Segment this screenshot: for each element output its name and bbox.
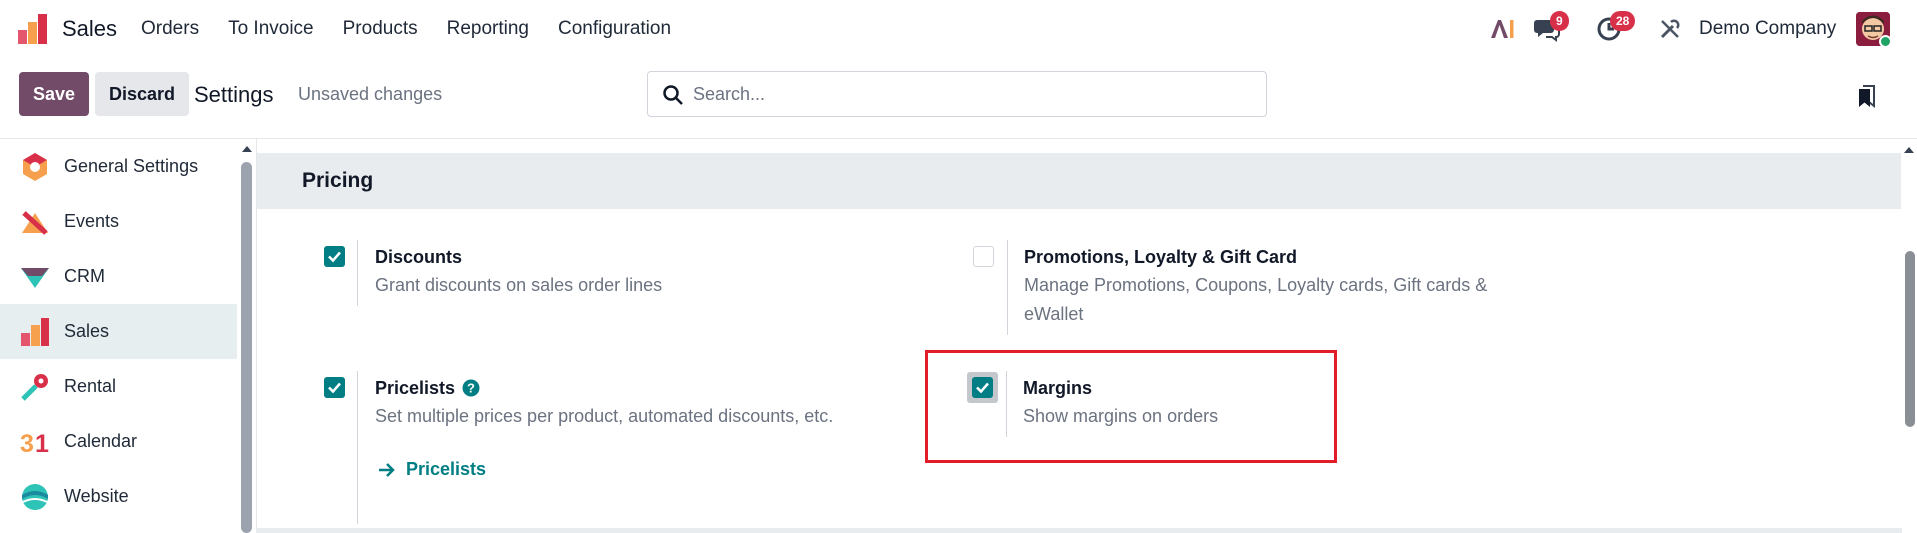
events-icon bbox=[22, 210, 48, 235]
crm-icon bbox=[21, 267, 49, 288]
menu-products[interactable]: Products bbox=[343, 18, 418, 40]
main-scrollbar[interactable] bbox=[1905, 251, 1915, 427]
page-title: Settings bbox=[194, 82, 274, 107]
sidebar-item-crm[interactable]: CRM bbox=[0, 249, 237, 304]
sidebar-item-label: Sales bbox=[64, 321, 110, 341]
discounts-description: Grant discounts on sales order lines bbox=[375, 275, 663, 295]
search-icon bbox=[663, 85, 683, 105]
top-navbar: Sales Orders To Invoice Products Reporti… bbox=[0, 0, 1917, 58]
setting-divider bbox=[357, 240, 358, 306]
svg-text:1: 1 bbox=[35, 430, 49, 457]
sidebar-item-label: Events bbox=[64, 211, 120, 231]
sidebar-item-website[interactable]: Website bbox=[0, 469, 237, 524]
pricelists-description: Set multiple prices per product, automat… bbox=[375, 406, 834, 426]
sidebar-item-sales[interactable]: Sales bbox=[0, 304, 237, 359]
promotions-description-line1: Manage Promotions, Coupons, Loyalty card… bbox=[1024, 275, 1488, 295]
setting-divider bbox=[357, 371, 358, 524]
sales-app-icon[interactable] bbox=[18, 14, 48, 44]
discounts-title: Discounts bbox=[375, 247, 463, 267]
website-icon bbox=[22, 483, 48, 510]
margins-checkbox[interactable] bbox=[972, 377, 993, 398]
search-input[interactable] bbox=[693, 80, 1253, 108]
svg-text:?: ? bbox=[467, 381, 475, 396]
checkmark-icon bbox=[328, 382, 341, 394]
sidebar-item-label: Calendar bbox=[64, 431, 138, 451]
general-settings-icon bbox=[23, 152, 47, 181]
pricelists-title: Pricelists bbox=[375, 378, 456, 398]
checkmark-icon bbox=[328, 251, 341, 263]
sidebar-item-general-settings[interactable]: General Settings bbox=[0, 139, 237, 194]
help-icon[interactable]: ? bbox=[462, 379, 480, 397]
company-switcher[interactable]: Demo Company bbox=[1699, 18, 1836, 40]
checkmark-icon bbox=[976, 382, 989, 394]
promotions-title: Promotions, Loyalty & Gift Card bbox=[1024, 247, 1298, 267]
sidebar-item-calendar[interactable]: 3 1 Calendar bbox=[0, 414, 237, 469]
next-section-edge bbox=[256, 528, 1902, 533]
arrow-right-icon bbox=[379, 463, 395, 477]
main-menu: Orders To Invoice Products Reporting Con… bbox=[141, 18, 700, 40]
pricelists-checkbox[interactable] bbox=[324, 377, 345, 398]
setting-divider bbox=[1007, 240, 1008, 335]
activities-badge: 28 bbox=[1610, 11, 1636, 31]
sales-icon bbox=[21, 317, 49, 346]
section-title: Pricing bbox=[302, 169, 374, 192]
sidebar-item-label: Website bbox=[64, 486, 129, 506]
svg-text:3: 3 bbox=[20, 430, 34, 457]
messages-badge: 9 bbox=[1550, 11, 1569, 31]
discard-button[interactable]: Discard bbox=[95, 72, 189, 116]
menu-reporting[interactable]: Reporting bbox=[447, 18, 529, 40]
settings-content: Pricing Discounts Grant discounts on sal… bbox=[256, 139, 1902, 533]
debug-tools-icon[interactable] bbox=[1659, 18, 1681, 40]
section-header: Pricing bbox=[257, 153, 1901, 209]
margins-description: Show margins on orders bbox=[1023, 406, 1219, 426]
promotions-checkbox[interactable] bbox=[973, 246, 994, 267]
unsaved-status: Unsaved changes bbox=[298, 84, 443, 104]
sidebar-item-label: Rental bbox=[64, 376, 117, 396]
discounts-checkbox[interactable] bbox=[324, 246, 345, 267]
search-bar[interactable] bbox=[647, 71, 1267, 117]
sidebar-scroll-up-icon[interactable] bbox=[241, 143, 253, 155]
sidebar-item-rental[interactable]: Rental bbox=[0, 359, 237, 414]
menu-to-invoice[interactable]: To Invoice bbox=[228, 18, 314, 40]
sidebar-scrollbar[interactable] bbox=[241, 162, 252, 533]
main-scroll-up-icon[interactable] bbox=[1903, 144, 1915, 156]
sidebar-item-label: CRM bbox=[64, 266, 105, 286]
bookmark-icon[interactable] bbox=[1857, 84, 1877, 108]
setting-divider bbox=[1006, 371, 1007, 437]
settings-sidebar: General Settings Events CRM Sales Rental bbox=[0, 139, 240, 533]
calendar-icon: 3 1 bbox=[20, 430, 49, 457]
sidebar-item-events[interactable]: Events bbox=[0, 194, 237, 249]
promotions-description-line2: eWallet bbox=[1024, 304, 1084, 324]
online-status-dot bbox=[1879, 35, 1892, 48]
margins-title: Margins bbox=[1023, 378, 1093, 398]
rental-icon bbox=[21, 373, 48, 401]
menu-configuration[interactable]: Configuration bbox=[558, 18, 671, 40]
save-button[interactable]: Save bbox=[19, 72, 89, 116]
app-name[interactable]: Sales bbox=[62, 16, 117, 42]
sidebar-item-label: General Settings bbox=[64, 156, 199, 176]
menu-orders[interactable]: Orders bbox=[141, 18, 199, 40]
ai-icon[interactable] bbox=[1489, 18, 1515, 40]
pricelists-link[interactable]: Pricelists bbox=[406, 459, 486, 480]
